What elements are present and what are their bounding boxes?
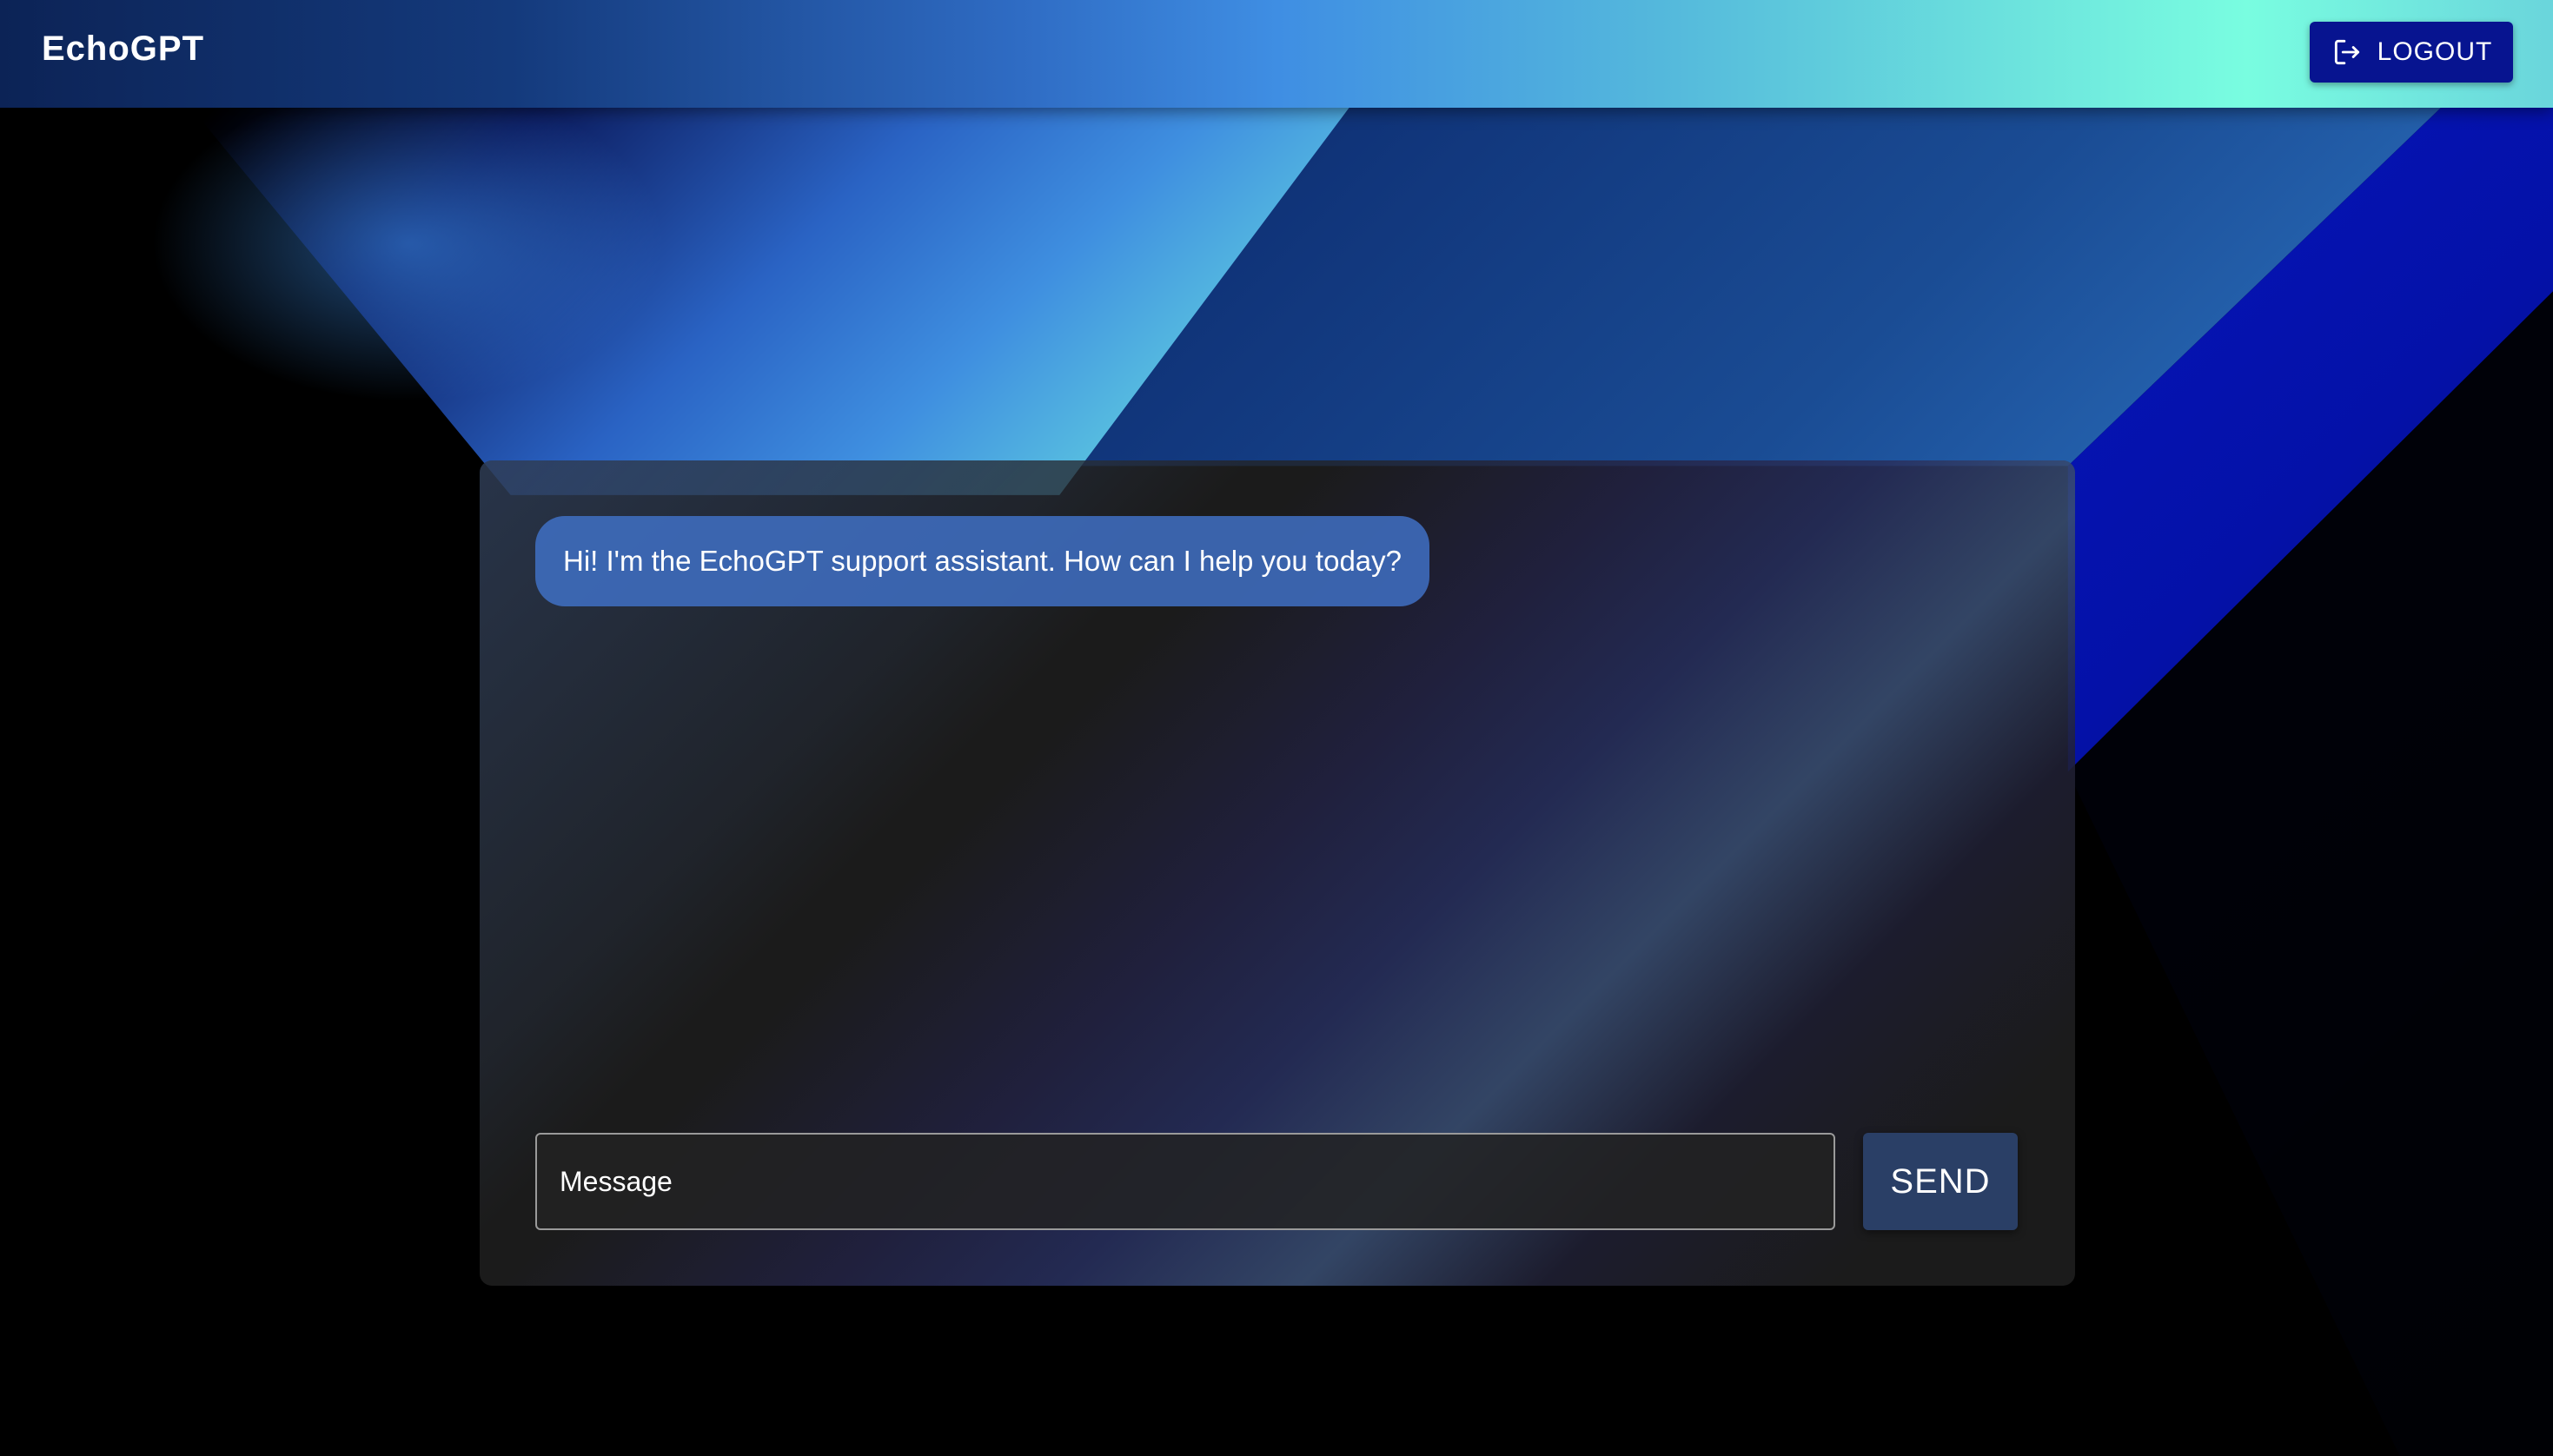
send-button[interactable]: SEND	[1863, 1133, 2018, 1230]
message-input[interactable]	[535, 1133, 1835, 1230]
message-list[interactable]: Hi! I'm the EchoGPT support assistant. H…	[535, 516, 2019, 1095]
app-brand[interactable]: EchoGPT	[42, 30, 204, 69]
logout-button[interactable]: LOGOUT	[2310, 22, 2513, 83]
chat-panel: Hi! I'm the EchoGPT support assistant. H…	[480, 460, 2075, 1286]
top-app-bar: EchoGPT LOGOUT	[0, 0, 2553, 108]
message-composer: SEND	[535, 1133, 2019, 1230]
logout-icon	[2331, 36, 2364, 69]
assistant-message-bubble: Hi! I'm the EchoGPT support assistant. H…	[535, 516, 1430, 606]
logout-label: LOGOUT	[2377, 37, 2493, 66]
